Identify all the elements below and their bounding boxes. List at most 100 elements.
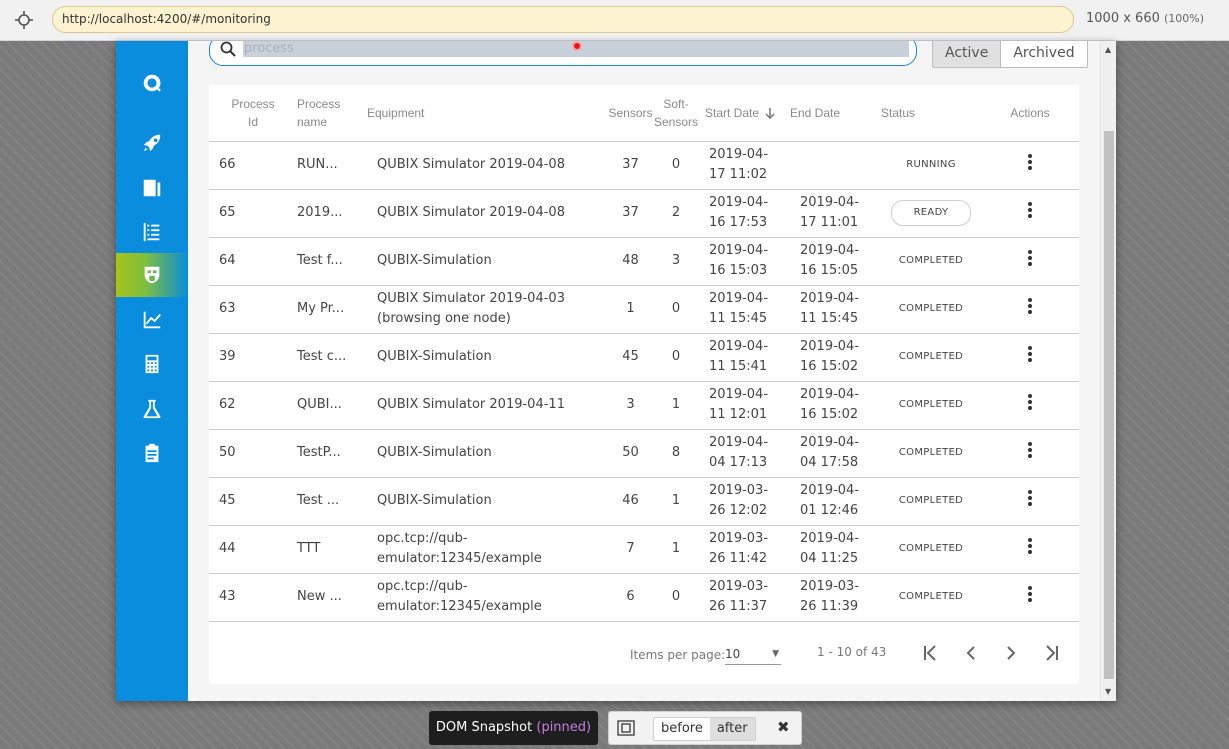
before-button[interactable]: before — [654, 718, 710, 740]
sidebar-item-launch[interactable] — [116, 121, 188, 165]
toggle-archived[interactable]: Archived — [1001, 41, 1086, 67]
cell-process-id: 39 — [209, 333, 297, 382]
cell-process-name: Test c... — [297, 333, 367, 382]
pinned-label: (pinned) — [536, 720, 592, 735]
header-status[interactable]: Status — [881, 85, 981, 142]
cell-process-id: 44 — [209, 525, 297, 574]
next-page-button[interactable] — [997, 639, 1025, 667]
mouse-cursor-marker — [572, 41, 582, 51]
crosshair-icon[interactable] — [12, 8, 36, 32]
cell-soft-sensors: 1 — [653, 525, 699, 574]
sidebar-item-list[interactable] — [116, 210, 188, 254]
header-soft-sensors[interactable]: Soft-Sensors — [653, 85, 699, 142]
cell-sensors: 3 — [608, 381, 653, 430]
sidebar-item-home[interactable] — [116, 61, 188, 105]
more-vert-icon[interactable] — [1028, 200, 1032, 220]
cell-status: COMPLETED — [881, 381, 981, 430]
header-start-date[interactable]: Start Date — [699, 85, 790, 142]
cell-status: COMPLETED — [881, 525, 981, 574]
cell-soft-sensors: 1 — [653, 477, 699, 526]
toggle-active[interactable]: Active — [933, 41, 1002, 67]
snapshot-highlight-icon[interactable] — [617, 720, 635, 736]
table-row[interactable]: 66 RUN... QUBIX Simulator 2019-04-08 37 … — [209, 141, 1079, 190]
header-sensors[interactable]: Sensors — [608, 85, 653, 142]
cell-sensors: 7 — [608, 525, 653, 574]
more-vert-icon[interactable] — [1028, 392, 1032, 412]
more-vert-icon[interactable] — [1028, 248, 1032, 268]
after-button[interactable]: after — [709, 718, 755, 740]
cell-end-date: 2019-04-01 12:46 — [790, 477, 881, 526]
table-row[interactable]: 62 QUBI... QUBIX Simulator 2019-04-11 3 … — [209, 381, 1079, 430]
sidebar-item-calculator[interactable] — [116, 342, 188, 386]
cell-end-date: 2019-04-04 11:25 — [790, 525, 881, 574]
cell-start-date: 2019-03-26 11:42 — [699, 525, 790, 574]
scroll-up-icon[interactable]: ▲ — [1105, 45, 1111, 54]
sidebar-item-monitoring[interactable] — [116, 253, 188, 297]
cell-end-date: 2019-04-16 15:02 — [790, 333, 881, 382]
end-date-text: 2019-04-16 15:02 — [800, 387, 860, 422]
cell-process-name: Test f... — [297, 237, 367, 286]
dom-snapshot-label: DOM Snapshot (pinned) — [429, 711, 598, 745]
more-vert-icon[interactable] — [1028, 536, 1032, 556]
cell-actions — [981, 525, 1079, 574]
previous-page-button[interactable] — [957, 639, 985, 667]
table-row[interactable]: 65 2019... QUBIX Simulator 2019-04-08 37… — [209, 189, 1079, 238]
start-date-text: 2019-03-26 12:02 — [709, 483, 769, 518]
cell-process-name: My Pr... — [297, 285, 367, 334]
close-icon[interactable]: ✖ — [777, 718, 790, 736]
shield-icon — [144, 266, 160, 284]
cell-sensors: 48 — [608, 237, 653, 286]
header-end-date[interactable]: End Date — [790, 85, 881, 142]
cell-start-date: 2019-03-26 11:37 — [699, 573, 790, 622]
cell-status: RUNNING — [881, 141, 981, 190]
start-date-text: 2019-03-26 11:42 — [709, 531, 769, 566]
scroll-down-icon[interactable]: ▼ — [1105, 687, 1111, 696]
last-page-button[interactable] — [1037, 639, 1065, 667]
sidebar-item-lab[interactable] — [116, 387, 188, 431]
items-per-page-select[interactable]: 10 ▼ — [725, 643, 781, 665]
items-per-page-value: 10 — [725, 647, 741, 661]
more-vert-icon[interactable] — [1028, 440, 1032, 460]
more-vert-icon[interactable] — [1028, 488, 1032, 508]
end-date-text: 2019-04-16 15:02 — [800, 339, 860, 374]
cell-end-date: 2019-04-11 15:45 — [790, 285, 881, 334]
cell-end-date: 2019-04-16 15:02 — [790, 381, 881, 430]
table-row[interactable]: 43 New ... opc.tcp://qub-emulator:12345/… — [209, 573, 1079, 622]
cell-equipment: QUBIX-Simulation — [367, 429, 608, 478]
snapshot-controls: before after ✖ — [608, 711, 802, 745]
sidebar-item-analytics[interactable] — [116, 298, 188, 342]
header-process-id[interactable]: Process Id — [209, 85, 297, 142]
table-row[interactable]: 44 TTT opc.tcp://qub-emulator:12345/exam… — [209, 525, 1079, 574]
url-input[interactable]: http://localhost:4200/#/monitoring — [52, 6, 1074, 33]
first-page-button[interactable] — [917, 639, 945, 667]
header-process-name[interactable]: Process name — [297, 85, 367, 142]
before-after-toggle: before after — [653, 717, 756, 741]
table-row[interactable]: 50 TestP... QUBIX-Simulation 50 8 2019-0… — [209, 429, 1079, 478]
start-date-text: 2019-03-26 11:37 — [709, 579, 769, 614]
start-date-text: 2019-04-11 15:41 — [709, 339, 769, 374]
sidebar-item-reports[interactable] — [116, 166, 188, 210]
more-vert-icon[interactable] — [1028, 152, 1032, 172]
cell-status: COMPLETED — [881, 429, 981, 478]
table-row[interactable]: 63 My Pr... QUBIX Simulator 2019-04-03 (… — [209, 285, 1079, 334]
more-vert-icon[interactable] — [1028, 296, 1032, 316]
more-vert-icon[interactable] — [1028, 584, 1032, 604]
scrollbar-thumb[interactable] — [1104, 131, 1114, 679]
chevron-right-icon — [1007, 646, 1016, 660]
table-row[interactable]: 39 Test c... QUBIX-Simulation 45 0 2019-… — [209, 333, 1079, 382]
more-vert-icon[interactable] — [1028, 344, 1032, 364]
cell-equipment: opc.tcp://qub-emulator:12345/example — [367, 525, 608, 574]
search-box[interactable]: process — [209, 41, 917, 66]
cell-start-date: 2019-04-16 17:53 — [699, 189, 790, 238]
table-row[interactable]: 64 Test f... QUBIX-Simulation 48 3 2019-… — [209, 237, 1079, 286]
sidebar-item-tasks[interactable] — [116, 431, 188, 475]
header-equipment[interactable]: Equipment — [367, 85, 608, 142]
cell-actions — [981, 189, 1079, 238]
cell-actions — [981, 429, 1079, 478]
clipboard-icon — [145, 443, 159, 463]
process-table: Process Id Process name Equipment Sensor… — [209, 85, 1079, 622]
vertical-scrollbar[interactable]: ▲ ▼ — [1100, 41, 1116, 701]
table-row[interactable]: 45 Test ... QUBIX-Simulation 46 1 2019-0… — [209, 477, 1079, 526]
items-per-page-label: Items per page: — [630, 648, 726, 662]
cell-start-date: 2019-04-11 12:01 — [699, 381, 790, 430]
